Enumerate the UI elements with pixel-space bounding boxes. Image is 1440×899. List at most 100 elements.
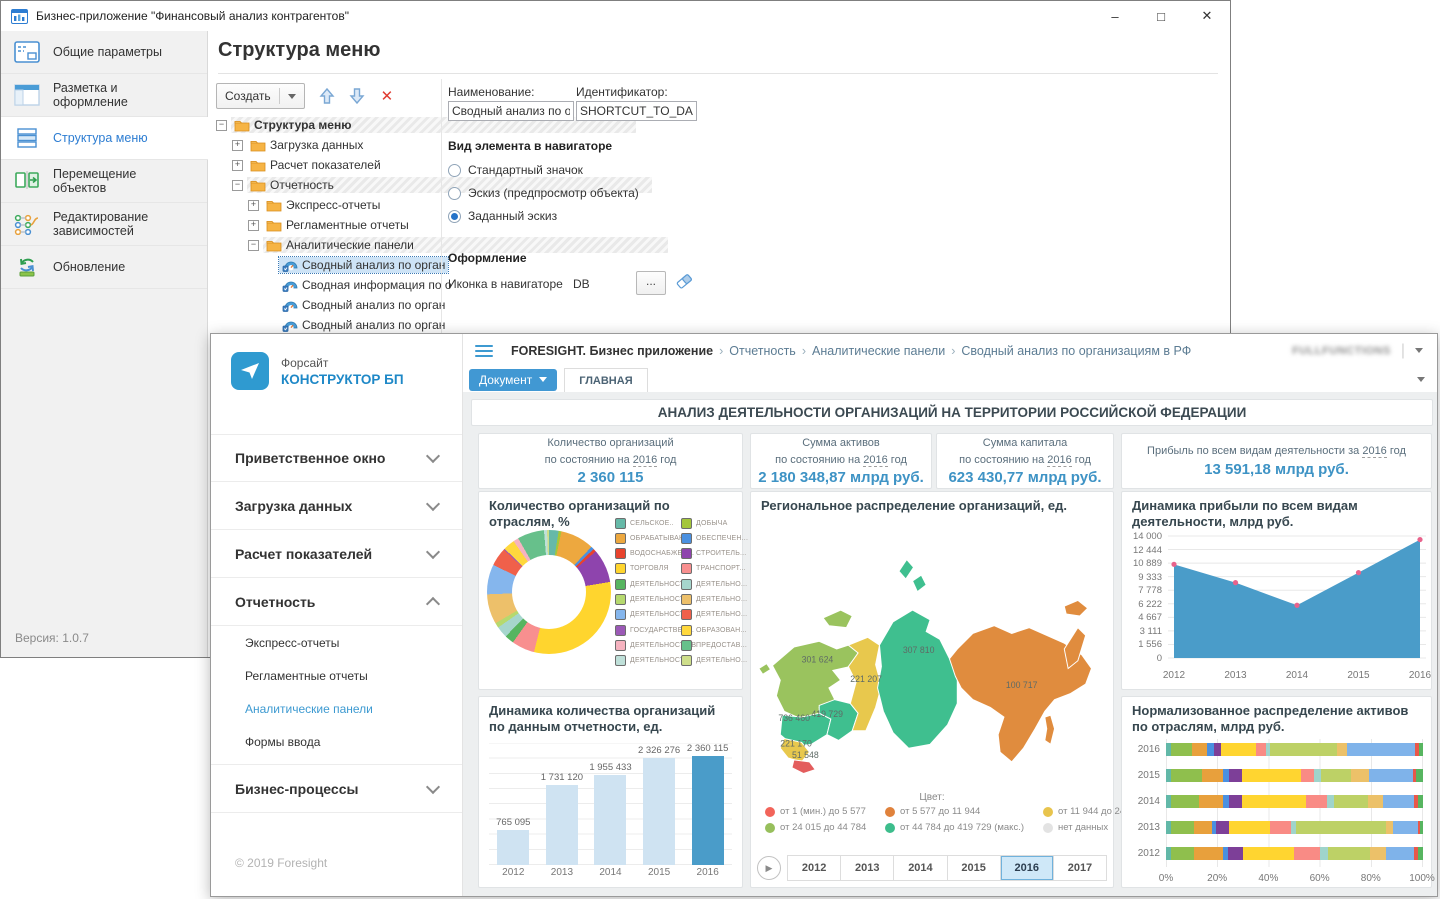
stacked-bar-chart[interactable] (1166, 739, 1423, 867)
breadcrumb-item-1[interactable]: Отчетность (729, 344, 796, 358)
tree-item[interactable]: −Аналитические панели (216, 235, 668, 255)
sidebar-item-1[interactable]: Общие параметры (1, 31, 207, 74)
menu-icon[interactable] (475, 345, 493, 357)
bar-column-2016[interactable]: 2 360 115 (683, 743, 732, 865)
play-button[interactable]: ▶ (757, 856, 781, 880)
bar-column-2014[interactable]: 1 955 433 (586, 743, 635, 865)
move-up-icon[interactable] (319, 87, 335, 105)
radio-option-3[interactable]: Заданный эскиз (448, 209, 557, 223)
document-button[interactable]: Документ (469, 369, 557, 391)
region-caucasus[interactable] (792, 760, 815, 774)
stacked-row-2014[interactable] (1166, 795, 1423, 808)
eraser-icon[interactable] (674, 271, 694, 291)
russia-map[interactable]: 301 624736 460419 729221 17051 548221 20… (755, 514, 1109, 786)
radio-unchecked-icon[interactable] (448, 164, 461, 177)
region-chukotka[interactable] (1064, 600, 1087, 616)
sidebar-item-3[interactable]: Структура меню (1, 117, 208, 160)
stacked-row-2015[interactable] (1166, 769, 1423, 782)
menu-item-регламентные-отчеты[interactable]: Регламентные отчеты (211, 659, 462, 692)
menu-item-экспресс-отчеты[interactable]: Экспресс-отчеты (211, 626, 462, 659)
maximize-button[interactable]: □ (1138, 1, 1184, 31)
timeline-year-2013[interactable]: 2013 (841, 856, 894, 880)
delete-icon[interactable]: ✕ (379, 87, 396, 105)
timeline-year-2015[interactable]: 2015 (948, 856, 1001, 880)
area-chart[interactable] (1168, 528, 1426, 666)
tab-main[interactable]: ГЛАВНАЯ (564, 368, 647, 394)
menu-item-аналитические-панели[interactable]: Аналитические панели (211, 692, 462, 725)
radio-checked-icon[interactable] (448, 210, 461, 223)
breadcrumb-item-3[interactable]: Сводный анализ по организациям в РФ (961, 344, 1191, 358)
menu-section-2[interactable]: Загрузка данных (211, 482, 462, 530)
region-islands-2[interactable] (913, 575, 927, 592)
bar-2015[interactable] (643, 758, 675, 865)
region-sakhalin[interactable] (1045, 715, 1055, 744)
bar-column-2012[interactable]: 765 095 (489, 743, 538, 865)
sidebar-item-6[interactable]: Обновление (1, 246, 207, 289)
tree-expander-minus[interactable]: − (216, 120, 227, 131)
tree-item[interactable]: Сводный анализ по орган (216, 315, 684, 335)
kpi-year-link[interactable]: 2016 (633, 454, 657, 467)
create-button[interactable]: Создать (216, 83, 305, 109)
data-point-2016[interactable] (1417, 537, 1422, 542)
timeline-year-2017[interactable]: 2017 (1054, 856, 1106, 880)
kpi-year-link[interactable]: 2016 (1047, 454, 1071, 467)
bar-2012[interactable] (497, 830, 529, 865)
data-point-2014[interactable] (1294, 603, 1299, 608)
breadcrumb-root[interactable]: FORESIGHT. Бизнес приложение (511, 344, 713, 358)
tree-item[interactable]: Сводный анализ по орган (216, 295, 684, 315)
close-button[interactable]: ✕ (1184, 1, 1230, 31)
browse-button[interactable]: ... (636, 271, 666, 295)
tree-expander-minus[interactable]: − (232, 180, 243, 191)
legend-item: ДЕЯТЕЛЬНО... (681, 610, 748, 620)
radio-unchecked-icon[interactable] (448, 187, 461, 200)
name-input[interactable] (448, 101, 574, 121)
tree-expander-plus[interactable]: + (248, 220, 259, 231)
menu-section-5[interactable]: Бизнес-процессы (211, 765, 462, 813)
menu-section-3[interactable]: Расчет показателей (211, 530, 462, 578)
sidebar-item-4[interactable]: Перемещение объектов (1, 160, 207, 203)
data-point-2013[interactable] (1233, 580, 1238, 585)
breadcrumb-item-2[interactable]: Аналитические панели (812, 344, 945, 358)
radio-option-2[interactable]: Эскиз (предпросмотр объекта) (448, 186, 639, 200)
timeline-year-2014[interactable]: 2014 (894, 856, 947, 880)
bar-2016[interactable] (692, 756, 724, 865)
region-siberia[interactable] (878, 610, 958, 748)
user-name[interactable]: FULLFUNCTIONS (1292, 345, 1391, 357)
data-point-2015[interactable] (1356, 570, 1361, 575)
kpi-year-link[interactable]: 2016 (863, 454, 887, 467)
stacked-row-2013[interactable] (1166, 821, 1423, 834)
tree-item[interactable]: +Регламентные отчеты (216, 215, 668, 235)
tree-expander-minus[interactable]: − (248, 240, 259, 251)
timeline-year-2016[interactable]: 2016 (1001, 856, 1054, 880)
menu-section-1[interactable]: Приветственное окно (211, 434, 462, 482)
tree-item[interactable]: +Расчет показателей (216, 155, 652, 175)
radio-option-1[interactable]: Стандартный значок (448, 163, 583, 177)
timeline-year-2012[interactable]: 2012 (788, 856, 841, 880)
org-dynamics-bar-card: Динамика количества организаций по данны… (478, 696, 743, 888)
tree-expander-plus[interactable]: + (232, 140, 243, 151)
tree-expander-plus[interactable]: + (248, 200, 259, 211)
region-islands-1[interactable] (899, 560, 914, 579)
kpi-year-link[interactable]: 2016 (1362, 445, 1386, 458)
bar-column-2015[interactable]: 2 326 276 (635, 743, 684, 865)
collapse-ribbon-icon[interactable] (1417, 377, 1425, 382)
minimize-button[interactable]: – (1092, 1, 1138, 31)
identifier-input[interactable] (576, 101, 697, 121)
data-point-2012[interactable] (1171, 562, 1176, 567)
tree-expander-plus[interactable]: + (232, 160, 243, 171)
sidebar-item-5[interactable]: Редактирование зависимостей (1, 203, 207, 246)
breadcrumb-separator: › (951, 344, 955, 358)
user-menu-caret-icon[interactable] (1415, 348, 1423, 353)
stacked-row-2016[interactable] (1166, 743, 1423, 756)
bar-2013[interactable] (546, 785, 578, 865)
menu-section-4[interactable]: Отчетность (211, 578, 462, 626)
sidebar-item-2[interactable]: Разметка и оформление (1, 74, 207, 117)
move-down-icon[interactable] (349, 87, 365, 105)
region-kaliningrad[interactable] (759, 664, 771, 675)
region-northwest-north[interactable] (823, 610, 852, 628)
menu-item-формы-ввода[interactable]: Формы ввода (211, 725, 462, 758)
bar-column-2013[interactable]: 1 731 120 (538, 743, 587, 865)
bar-chart[interactable]: 765 0951 731 1201 955 4332 326 2762 360 … (489, 743, 732, 865)
bar-2014[interactable] (594, 775, 626, 865)
stacked-row-2012[interactable] (1166, 847, 1423, 860)
